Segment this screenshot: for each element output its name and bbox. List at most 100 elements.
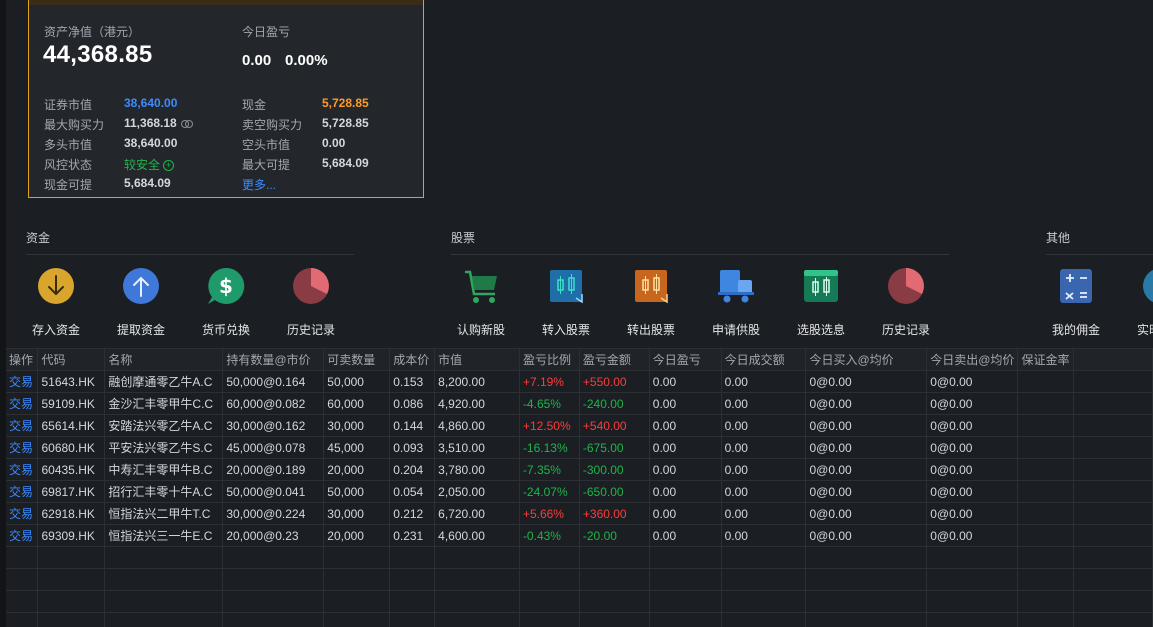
net-asset-label: 资产净值（港元） — [44, 25, 141, 39]
empty-cell — [721, 590, 807, 613]
table-row[interactable]: 交易 62918.HK 恒指法兴二甲牛T.C 30,000@0.224 30,000 0.… — [6, 502, 1153, 525]
column-header[interactable]: 持有数量@市价 — [222, 348, 325, 371]
max-buying-power-label: 最大购买力 — [44, 118, 105, 132]
calculator-icon — [1060, 269, 1092, 303]
table-cell: 0.054 — [389, 480, 436, 503]
column-header[interactable]: 盈亏比例 — [519, 348, 580, 371]
trade-link[interactable]: 交易 — [6, 370, 39, 393]
table-cell: 0@0.00 — [805, 392, 928, 415]
empty-cell — [579, 546, 650, 569]
table-cell: 0.00 — [721, 436, 807, 459]
link-icon[interactable] — [180, 119, 194, 129]
deposit-icon — [38, 268, 74, 304]
realtime-button[interactable]: 实时 — [1121, 266, 1153, 338]
cash-withdrawable-label: 现金可提 — [44, 178, 93, 192]
empty-cell — [222, 590, 325, 613]
transfer-out-button[interactable]: 转出股票 — [611, 266, 691, 338]
table-cell: 0.00 — [649, 502, 722, 525]
table-row[interactable]: 交易 60435.HK 中寿汇丰零甲牛B.C 20,000@0.189 20,000 0.… — [6, 458, 1153, 481]
empty-cell — [721, 546, 807, 569]
empty-cell — [649, 568, 722, 591]
table-cell: 45,000@0.078 — [222, 436, 325, 459]
withdraw-button[interactable]: 提取资金 — [101, 266, 181, 338]
rights-issue-button[interactable]: 申请供股 — [696, 266, 776, 338]
transfer-out-label: 转出股票 — [626, 323, 675, 337]
column-header[interactable]: 名称 — [104, 348, 224, 371]
column-header[interactable]: 保证金率 — [1017, 348, 1075, 371]
column-header[interactable]: 今日盈亏 — [649, 348, 722, 371]
empty-cell — [434, 546, 520, 569]
transfer-out-icon — [635, 270, 668, 304]
long-value-label: 多头市值 — [44, 138, 93, 152]
empty-cell — [434, 568, 520, 591]
empty-cell — [104, 546, 224, 569]
empty-cell — [104, 612, 224, 627]
table-cell: 0@0.00 — [926, 414, 1019, 437]
table-cell: 6,720.00 — [434, 502, 520, 525]
column-header[interactable]: 今日买入@均价 — [805, 348, 928, 371]
trade-link[interactable]: 交易 — [6, 436, 39, 459]
empty-cell — [579, 612, 650, 627]
rights-issue-label: 申请供股 — [711, 323, 760, 337]
subscribe-ipo-button[interactable]: 认购新股 — [441, 266, 521, 338]
empty-cell — [389, 612, 436, 627]
stocks-history-button[interactable]: 历史记录 — [866, 266, 946, 338]
column-header[interactable]: 成本价 — [389, 348, 436, 371]
table-cell: 0@0.00 — [926, 480, 1019, 503]
table-row[interactable]: 交易 69309.HK 恒指法兴三一牛E.C 20,000@0.23 20,000 0.2… — [6, 524, 1153, 547]
currency-exchange-button[interactable]: $ 货币兑换 — [186, 266, 266, 338]
empty-cell — [1073, 590, 1153, 613]
funds-history-button[interactable]: 历史记录 — [271, 266, 351, 338]
column-header[interactable]: 操作 — [6, 348, 39, 371]
table-cell: 45,000 — [323, 436, 391, 459]
trade-link[interactable]: 交易 — [6, 458, 39, 481]
table-cell: -650.00 — [579, 480, 650, 503]
transfer-in-button[interactable]: 转入股票 — [526, 266, 606, 338]
table-cell: +540.00 — [579, 414, 650, 437]
table-cell: 金沙汇丰零甲牛C.C — [104, 392, 224, 415]
table-header-row: 操作 代码 名称 持有数量@市价 可卖数量 成本价 市值 盈亏比例 盈亏金额 今日盈亏 今日成交额今… — [6, 348, 1153, 371]
table-row[interactable]: 交易 69817.HK 招行汇丰零十牛A.C 50,000@0.041 50,000 0.… — [6, 480, 1153, 503]
deposit-button[interactable]: 存入资金 — [16, 266, 96, 338]
trade-link[interactable]: 交易 — [6, 502, 39, 525]
column-header[interactable]: 今日卖出@均价 — [926, 348, 1019, 371]
table-cell: -300.00 — [579, 458, 650, 481]
short-buying-power: 5,728.85 — [322, 116, 369, 130]
empty-row — [6, 590, 1153, 613]
table-cell: +360.00 — [579, 502, 650, 525]
table-row[interactable]: 交易 65614.HK 安踏法兴零乙牛A.C 30,000@0.162 30,000 0.… — [6, 414, 1153, 437]
empty-cell — [1017, 568, 1075, 591]
column-header[interactable]: 市值 — [434, 348, 520, 371]
empty-cell — [649, 612, 722, 627]
table-cell: 0@0.00 — [926, 524, 1019, 547]
trade-link[interactable]: 交易 — [6, 480, 39, 503]
table-cell-filler — [1073, 502, 1153, 525]
max-withdrawable: 5,684.09 — [322, 156, 369, 170]
column-header[interactable]: 盈亏金额 — [579, 348, 650, 371]
trade-link[interactable]: 交易 — [6, 414, 39, 437]
table-row[interactable]: 交易 59109.HK 金沙汇丰零甲牛C.C 60,000@0.082 60,000 0.… — [6, 392, 1153, 415]
empty-cell — [721, 612, 807, 627]
empty-cell — [805, 546, 928, 569]
trade-link[interactable]: 交易 — [6, 524, 39, 547]
empty-cell — [222, 612, 325, 627]
my-commission-button[interactable]: 我的佣金 — [1036, 266, 1116, 338]
table-row[interactable]: 交易 51643.HK 融创摩通零乙牛A.C 50,000@0.164 50,000 0.… — [6, 370, 1153, 393]
column-header[interactable]: 代码 — [37, 348, 106, 371]
trade-link[interactable]: 交易 — [6, 392, 39, 415]
table-cell: 0@0.00 — [805, 502, 928, 525]
table-cell: 3,510.00 — [434, 436, 520, 459]
table-cell: 0.212 — [389, 502, 436, 525]
cart-icon — [465, 270, 497, 303]
table-cell: 0.204 — [389, 458, 436, 481]
table-cell: 0@0.00 — [926, 370, 1019, 393]
more-link[interactable]: 更多... — [242, 176, 276, 193]
plus-circle-icon[interactable]: + — [163, 160, 175, 172]
stock-pick-button[interactable]: 选股选息 — [781, 266, 861, 338]
table-cell — [1017, 502, 1075, 525]
table-cell: 0.00 — [721, 414, 807, 437]
column-header[interactable]: 今日成交额 — [721, 348, 807, 371]
table-cell: 0@0.00 — [926, 458, 1019, 481]
column-header[interactable]: 可卖数量 — [323, 348, 391, 371]
table-row[interactable]: 交易 60680.HK 平安法兴零乙牛S.C 45,000@0.078 45,000 0.… — [6, 436, 1153, 459]
